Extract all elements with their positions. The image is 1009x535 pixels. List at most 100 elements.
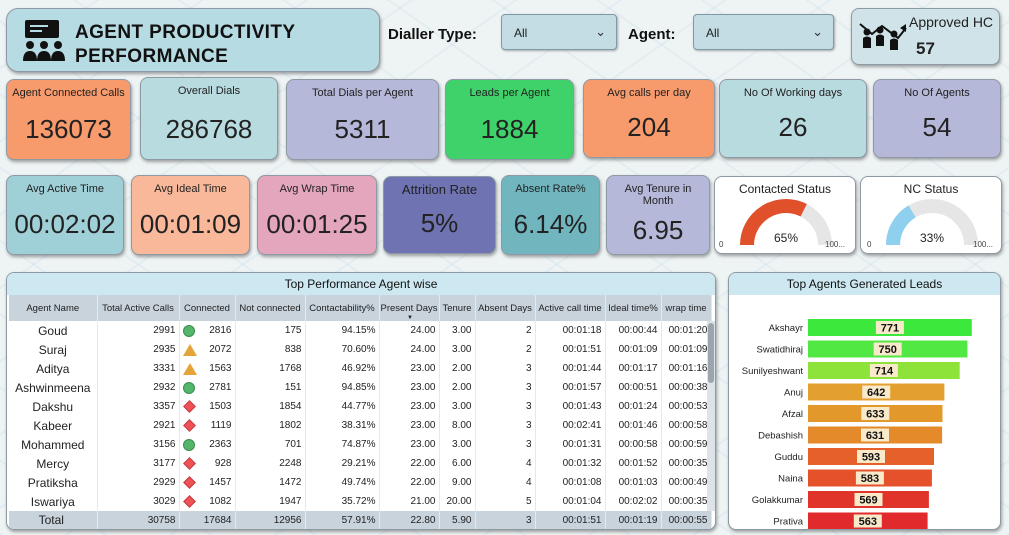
connected-cell-content: 1082 <box>180 495 232 508</box>
kpi-label: Absent Rate% <box>515 183 586 195</box>
kpi-value: 26 <box>778 112 808 142</box>
table-cell: 4 <box>475 454 536 473</box>
kpi-value: 136073 <box>25 114 112 144</box>
kpi-label: No Of Agents <box>904 87 970 99</box>
sort-desc-icon: ▼ <box>407 315 413 321</box>
table-row[interactable]: Mercy 3177 928 2248 29.21% 22.00 6.00 4 00:01:32… <box>9 454 712 473</box>
table-row[interactable]: Aditya 3331 1563 1768 46.92% 23.00 2.00 3 00:01:… <box>9 359 712 378</box>
table-row[interactable]: Kabeer 2921 1119 1802 38.31% 23.00 8.00 3 00:02:… <box>9 416 712 435</box>
kpi-agent-connected-calls: Agent Connected Calls 136073 <box>6 79 131 160</box>
kpi-value: 1884 <box>480 114 539 144</box>
col-header[interactable]: Active call time <box>535 295 606 321</box>
table-scrollbar[interactable] <box>707 321 715 511</box>
agent-dropdown[interactable]: All ⌄ <box>693 14 834 50</box>
connected-cell-content: 1457 <box>180 476 232 489</box>
table-cell: 8.00 <box>439 416 476 435</box>
col-header[interactable]: Ideal time% <box>605 295 662 321</box>
bar-category-label: Guddu <box>774 452 803 463</box>
agent-name-cell: Dakshu <box>9 397 98 416</box>
connected-value: 1563 <box>209 363 232 374</box>
col-header[interactable]: Not connected <box>235 295 306 321</box>
connected-cell: 2072 <box>179 340 236 359</box>
table-cell: 22.00 <box>379 454 440 473</box>
table-cell: 00:02:02 <box>605 492 662 511</box>
bar-category-label: Akshayr <box>769 323 803 334</box>
kpi-absent-rate: Absent Rate% 6.14% <box>501 175 600 255</box>
table-cell: 00:01:57 <box>535 378 606 397</box>
col-header[interactable]: wrap time <box>661 295 712 321</box>
table-row[interactable]: Suraj 2935 2072 838 70.60% 24.00 3.00 2 00:01:51… <box>9 340 712 359</box>
connected-cell: 1563 <box>179 359 236 378</box>
green-circle-icon <box>182 381 195 394</box>
kpi-label: Avg calls per day <box>607 87 691 99</box>
connected-cell-content: 1563 <box>180 362 232 375</box>
table-cell: 00:00:58 <box>605 435 662 454</box>
kpi-value: 00:01:25 <box>266 209 368 239</box>
leads-bar-chart: Akshayr 771 Swatidhiraj 750 Sunilyeshwant 714… <box>742 319 972 529</box>
chart-title: Top Agents Generated Leads <box>729 273 1000 295</box>
connected-value: 1457 <box>209 477 232 488</box>
table-cell: 1802 <box>235 416 306 435</box>
agent-name-cell: Aditya <box>9 359 98 378</box>
table-row[interactable]: Mohammed 3156 2363 701 74.87% 23.00 3.00 3 00:01… <box>9 435 712 454</box>
table-cell: 2.00 <box>439 359 476 378</box>
team-meeting-icon <box>23 20 65 61</box>
bar-value-label: 771 <box>881 323 899 335</box>
col-header[interactable]: Total Active Calls <box>97 295 180 321</box>
table-cell: 44.77% <box>305 397 380 416</box>
table-cell: 00:00:38 <box>661 378 712 397</box>
nc-status-gauge: NC Status 33% 0 100... <box>860 176 1002 254</box>
red-diamond-icon <box>182 476 196 489</box>
table-cell: 5 <box>475 492 536 511</box>
table-row[interactable]: Iswariya 3029 1082 1947 35.72% 21.00 20.00 5 00:… <box>9 492 712 511</box>
bar-category-label: Debashish <box>758 431 803 442</box>
connected-value: 2781 <box>209 382 232 393</box>
table-cell: 00:01:46 <box>605 416 662 435</box>
people-growth-icon <box>859 23 907 50</box>
table-cell: 3029 <box>97 492 180 511</box>
scrollbar-thumb[interactable] <box>708 323 714 383</box>
kpi-label: Overall Dials <box>177 85 241 97</box>
col-header[interactable]: Tenure <box>439 295 476 321</box>
dialler-type-label: Dialler Type: <box>388 26 477 43</box>
table-cell: 00:01:09 <box>605 340 662 359</box>
dashboard-title-card: AGENT PRODUCTIVITY PERFORMANCE <box>6 8 380 72</box>
col-header[interactable]: Connected <box>179 295 236 321</box>
table-row[interactable]: Ashwinmeena 2932 2781 151 94.85% 23.00 2.00 3 00… <box>9 378 712 397</box>
approved-hc-card: Approved HC 57 <box>851 8 1000 65</box>
chevron-down-icon: ⌄ <box>595 24 606 39</box>
kpi-label: Agent Connected Calls <box>12 87 125 99</box>
top-agents-leads-chart: Top Agents Generated Leads Akshayr 771 Swa… <box>728 272 1001 530</box>
table-cell: 22.00 <box>379 473 440 492</box>
gauge-svg: 33% 0 100... <box>867 199 993 249</box>
table-cell: 00:01:09 <box>661 340 712 359</box>
table-cell: 00:00:51 <box>605 378 662 397</box>
table-cell: 2921 <box>97 416 180 435</box>
agent-name-cell: Pratiksha <box>9 473 98 492</box>
bar-category-label: Naina <box>778 474 804 485</box>
bar-value-label: 750 <box>879 344 897 356</box>
table-cell: 24.00 <box>379 321 440 340</box>
bar-value-label: 563 <box>859 516 877 528</box>
col-header[interactable]: Agent Name <box>9 295 98 321</box>
connected-cell-content: 1503 <box>180 400 232 413</box>
table-row[interactable]: Goud 2991 2816 175 94.15% 24.00 3.00 2 00:01:18 0… <box>9 321 712 340</box>
agent-name-cell: Kabeer <box>9 416 98 435</box>
table-cell: 151 <box>235 378 306 397</box>
table-cell: 00:00:59 <box>661 435 712 454</box>
table-cell: 29.21% <box>305 454 380 473</box>
table-row[interactable]: Pratiksha 2929 1457 1472 49.74% 22.00 9.00 4 00:… <box>9 473 712 492</box>
table-cell: 35.72% <box>305 492 380 511</box>
table-cell: 00:02:41 <box>535 416 606 435</box>
dialler-type-dropdown[interactable]: All ⌄ <box>501 14 617 50</box>
table-row[interactable]: Dakshu 3357 1503 1854 44.77% 23.00 3.00 3 00:01:… <box>9 397 712 416</box>
col-header[interactable]: Present Days ▼ <box>379 295 440 321</box>
agent-name-cell: Iswariya <box>9 492 98 511</box>
col-header[interactable]: Contactability% <box>305 295 380 321</box>
connected-value: 1119 <box>210 420 232 431</box>
agent-name-cell: Mercy <box>9 454 98 473</box>
kpi-working-days: No Of Working days 26 <box>719 79 867 158</box>
table-cell: 24.00 <box>379 340 440 359</box>
connected-cell-content: 928 <box>180 457 232 470</box>
col-header[interactable]: Absent Days <box>475 295 536 321</box>
